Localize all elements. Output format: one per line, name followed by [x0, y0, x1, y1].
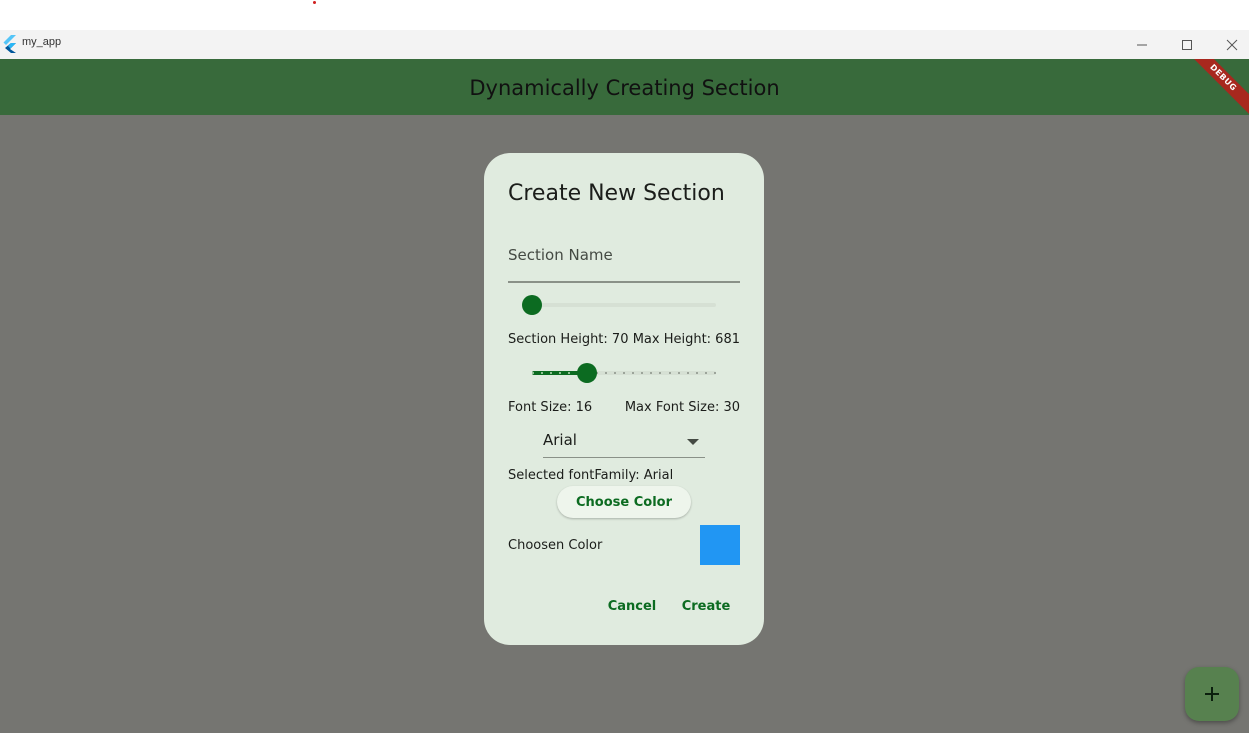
dropdown-arrow-icon	[687, 439, 699, 445]
app-bar-title: Dynamically Creating Section	[469, 76, 780, 100]
slider-tick	[659, 372, 661, 374]
debug-banner: DEBUG	[1182, 59, 1249, 119]
max-height-label: Max Height: 681	[632, 332, 740, 347]
add-icon	[1205, 687, 1219, 701]
slider-tick	[541, 372, 543, 374]
add-section-fab[interactable]	[1185, 667, 1239, 721]
maximize-button[interactable]	[1164, 30, 1210, 59]
app-bar: Dynamically Creating Section DEBUG	[0, 59, 1249, 119]
font-info-row: Font Size: 16 Max Font Size: 30	[508, 400, 740, 415]
slider-tick	[532, 372, 534, 374]
app-area: Dynamically Creating Section DEBUG Creat…	[0, 59, 1249, 733]
slider-tick	[669, 372, 671, 374]
section-name-field[interactable]: Section Name	[508, 241, 740, 283]
slider-tick	[687, 372, 689, 374]
dropdown-selected-value: Arial	[543, 431, 577, 449]
red-dot	[313, 1, 316, 4]
section-height-label: Section Height: 70	[508, 332, 629, 347]
chosen-color-label: Choosen Color	[508, 538, 603, 553]
slider-tick	[623, 372, 625, 374]
slider-tick	[678, 372, 680, 374]
dialog-title: Create New Section	[508, 181, 725, 206]
slider-ticks	[532, 372, 716, 374]
height-info-row: Section Height: 70 Max Height: 681	[508, 332, 740, 347]
slider-thumb[interactable]	[522, 295, 542, 315]
font-size-label: Font Size: 16	[508, 400, 593, 415]
close-button[interactable]	[1209, 30, 1249, 59]
minimize-icon	[1137, 44, 1147, 45]
font-family-dropdown[interactable]: Arial	[543, 429, 705, 458]
slider-tick	[705, 372, 707, 374]
slider-tick	[559, 372, 561, 374]
slider-track	[532, 303, 716, 307]
window-titlebar: my_app	[0, 30, 1249, 59]
slider-tick	[550, 372, 552, 374]
slider-tick	[568, 372, 570, 374]
flutter-logo-icon	[3, 35, 16, 53]
slider-tick	[714, 372, 716, 374]
slider-tick	[614, 372, 616, 374]
section-height-slider[interactable]	[522, 293, 716, 317]
maximize-icon	[1182, 39, 1192, 50]
choose-color-button[interactable]: Choose Color	[557, 486, 691, 518]
slider-tick	[650, 372, 652, 374]
top-strip	[0, 0, 1249, 30]
slider-tick	[641, 372, 643, 374]
close-icon	[1226, 39, 1238, 50]
slider-tick	[605, 372, 607, 374]
slider-tick	[632, 372, 634, 374]
slider-thumb[interactable]	[577, 363, 597, 383]
window-title: my_app	[22, 36, 62, 48]
font-size-slider[interactable]	[532, 361, 716, 385]
selected-font-label: Selected fontFamily: Arial	[508, 468, 674, 483]
create-section-dialog: Create New Section Section Name Section …	[484, 153, 764, 645]
cancel-button[interactable]: Cancel	[602, 590, 662, 622]
create-button[interactable]: Create	[676, 590, 736, 622]
chosen-color-swatch	[700, 525, 740, 565]
max-font-size-label: Max Font Size: 30	[624, 400, 740, 415]
minimize-button[interactable]	[1119, 30, 1165, 59]
slider-tick	[696, 372, 698, 374]
section-name-placeholder: Section Name	[508, 246, 613, 264]
